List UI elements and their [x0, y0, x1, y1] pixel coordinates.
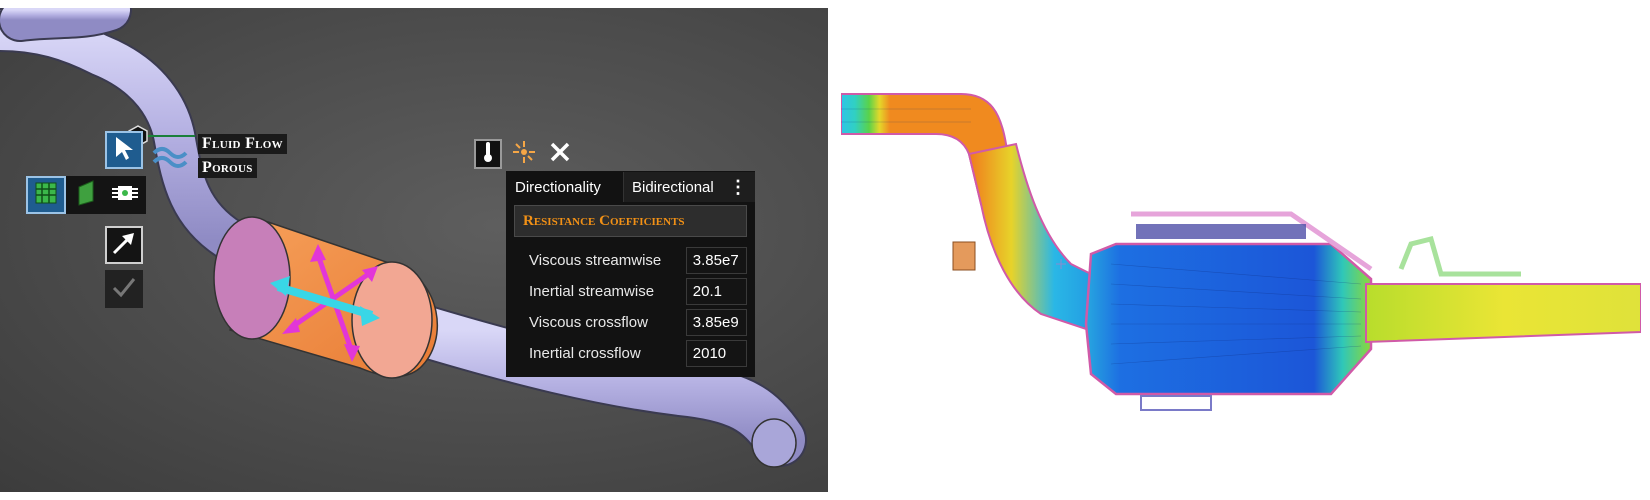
thermometer-icon — [481, 140, 495, 168]
select-tool-button[interactable] — [105, 131, 143, 169]
ports-icon — [110, 181, 140, 209]
green-plane-icon — [73, 179, 97, 211]
plane-button[interactable] — [66, 176, 104, 214]
coefficient-row: Inertial crossflow 2010 — [514, 338, 747, 369]
3d-viewport[interactable]: Fluid Flow Porous Directionality Bidirec… — [0, 8, 828, 492]
thermometer-button[interactable] — [474, 139, 502, 169]
fluid-flow-label[interactable]: Fluid Flow — [198, 134, 287, 154]
directionality-value: Bidirectional — [632, 178, 714, 196]
coefficient-row: Viscous crossflow 3.85e9 — [514, 307, 747, 338]
flow-direction-icon — [511, 139, 537, 169]
directionality-row: Directionality Bidirectional ⋮ — [506, 171, 755, 203]
directionality-label: Directionality — [515, 178, 601, 196]
coefficient-row: Inertial streamwise 20.1 — [514, 276, 747, 307]
panel-header-icons — [474, 139, 574, 169]
cursor-select-icon — [113, 135, 135, 165]
direction-arrow-icon — [110, 229, 138, 261]
coefficient-label: Inertial streamwise — [529, 283, 655, 300]
close-button[interactable] — [546, 139, 574, 169]
coefficient-label: Inertial crossflow — [529, 345, 641, 362]
coefficient-input[interactable]: 20.1 — [685, 278, 747, 305]
porous-properties-panel: Directionality Bidirectional ⋮ Resistanc… — [506, 171, 755, 377]
fluid-wave-icon — [150, 141, 190, 175]
section-title: Resistance Coefficients — [514, 205, 747, 237]
directionality-select[interactable]: Bidirectional ⋮ — [623, 172, 755, 202]
porous-label[interactable]: Porous — [198, 158, 257, 178]
coefficient-label: Viscous streamwise — [529, 252, 662, 269]
coefficient-input[interactable]: 3.85e7 — [685, 247, 747, 274]
coefficient-input[interactable]: 3.85e9 — [685, 309, 747, 336]
porous-grid-button[interactable] — [26, 176, 66, 214]
coefficient-input[interactable]: 2010 — [685, 340, 747, 367]
flow-direction-button[interactable] — [510, 139, 538, 169]
checkmark-icon — [111, 276, 137, 302]
coefficient-row: Viscous streamwise 3.85e7 — [514, 245, 747, 276]
direction-arrow-button[interactable] — [105, 226, 143, 264]
confirm-button[interactable] — [105, 270, 143, 308]
cfd-velocity-plot — [841, 93, 1641, 411]
close-icon — [549, 141, 571, 167]
ports-button[interactable] — [104, 176, 146, 214]
porous-grid-icon — [32, 180, 60, 210]
coefficient-label: Viscous crossflow — [529, 314, 648, 331]
kebab-menu-icon[interactable]: ⋮ — [729, 177, 747, 198]
